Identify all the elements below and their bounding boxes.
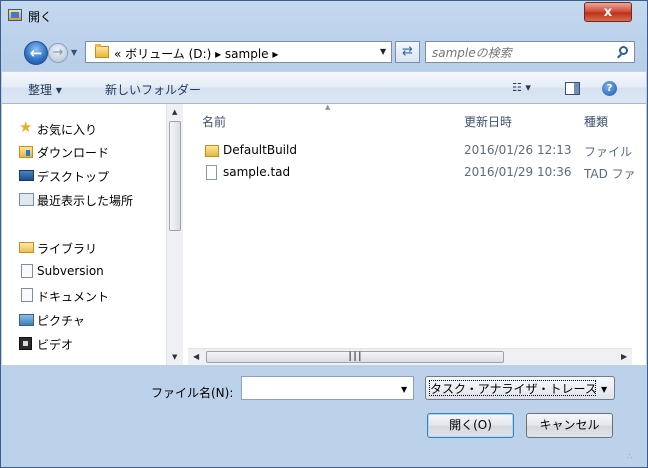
search-icon[interactable] [619,46,628,55]
sidebar-scrollbar[interactable]: ▲ ▼ [166,104,183,365]
refresh-button[interactable]: ⇄ [395,41,420,63]
sort-ascending-icon: ▲ [325,104,331,111]
documents-icon [21,288,33,302]
recent-places-icon [19,193,34,206]
sidebar-item-pictures[interactable]: ピクチャ [37,312,85,329]
star-icon: ★ [19,118,33,136]
new-folder-button[interactable]: 新しいフォルダー [105,81,201,98]
refresh-icon: ⇄ [402,44,413,59]
search-input[interactable] [430,44,609,62]
window-title: 開く [28,10,53,24]
search-box[interactable] [425,41,635,63]
folder-icon [205,145,219,157]
dialog-footer: ファイル名(N): ▼ タスク・アナライザ・トレース ▼ 開く(O) キャンセル… [2,365,646,467]
address-dropdown-icon[interactable]: ▼ [380,47,386,56]
file-date: 2016/01/29 10:36 [464,165,572,179]
cancel-button[interactable]: キャンセル [526,413,613,438]
help-icon[interactable]: ? [602,81,617,96]
filetype-select[interactable]: タスク・アナライザ・トレース ▼ [425,376,615,400]
subversion-library-icon [21,264,33,278]
address-path[interactable]: « ボリューム (D:) ▸ sample ▸ [114,45,278,62]
pictures-icon [19,314,34,326]
filetype-dropdown-icon[interactable]: ▼ [601,385,607,394]
forward-arrow-icon: → [52,45,64,60]
folder-icon [95,44,109,58]
scroll-right-icon[interactable]: ▶ [621,352,627,361]
file-date: 2016/01/26 12:13 [464,143,572,157]
sidebar-item-documents[interactable]: ドキュメント [37,288,109,305]
forward-button[interactable]: → [48,43,68,63]
column-header-type[interactable]: 種類 [584,113,608,130]
app-icon [8,9,22,21]
back-button[interactable]: ← [24,41,48,65]
file-list-hscrollbar[interactable]: ◀ ┃┃┃ ▶ [188,348,632,365]
content-area: ★ お気に入り ダウンロード デスクトップ 最近表示した場所 ライブラリ Sub… [2,104,646,365]
column-header-modified[interactable]: 更新日時 [464,113,512,130]
filename-input[interactable] [245,380,399,398]
title-bar: 開く x [1,1,647,31]
filename-label: ファイル名(N): [151,386,234,400]
sidebar-item-desktop[interactable]: デスクトップ [37,168,109,185]
file-name: sample.tad [223,165,291,179]
desktop-icon [19,170,34,181]
videos-icon [19,337,32,350]
close-button[interactable]: x [584,2,632,22]
recent-pages-dropdown-icon[interactable]: ▼ [71,48,77,57]
command-bar: 整理 ▾ 新しいフォルダー ☷ ▾ ? [2,71,646,104]
back-arrow-icon: ← [29,44,43,62]
column-header-name[interactable]: 名前 [202,113,226,130]
scroll-down-icon[interactable]: ▼ [172,353,177,361]
file-type: TAD ファ [584,167,636,181]
sidebar-item-recent[interactable]: 最近表示した場所 [37,192,133,209]
organize-button[interactable]: 整理 ▾ [28,81,62,98]
sidebar-item-downloads[interactable]: ダウンロード [37,144,109,161]
file-row-sample-tad[interactable]: sample.tad 2016/01/29 10:36 TAD ファ [186,163,646,183]
scroll-left-icon[interactable]: ◀ [193,352,199,361]
file-type: ファイル [584,145,633,159]
sidebar-item-videos[interactable]: ビデオ [37,336,73,353]
filename-dropdown-icon[interactable]: ▼ [401,385,407,394]
file-name: DefaultBuild [223,143,297,157]
sidebar-item-subversion[interactable]: Subversion [37,264,104,278]
address-bar[interactable]: « ボリューム (D:) ▸ sample ▸ ▼ [85,41,392,63]
file-icon [206,165,217,180]
sidebar-item-libraries[interactable]: ライブラリ [37,240,97,257]
filename-combobox[interactable]: ▼ [241,376,414,400]
download-folder-icon [19,146,33,158]
navigation-pane: ★ お気に入り ダウンロード デスクトップ 最近表示した場所 ライブラリ Sub… [2,104,185,365]
views-icon[interactable]: ☷ ▾ [512,81,531,94]
open-button[interactable]: 開く(O) [427,413,514,438]
filetype-value: タスク・アナライザ・トレース [429,380,596,396]
sidebar-item-favorites[interactable]: お気に入り [37,121,97,138]
library-icon [19,242,34,253]
open-file-dialog: 開く x ← → ▼ « ボリューム (D:) ▸ sample ▸ ▼ ⇄ 整… [0,0,648,468]
file-list: 名前 ▲ 更新日時 種類 DefaultBuild 2016/01/26 12:… [186,104,646,365]
sidebar-scroll-thumb[interactable] [169,121,181,231]
hscroll-thumb[interactable]: ┃┃┃ [206,351,504,363]
resize-grip-icon[interactable]: ∴ [627,452,632,461]
file-row-defaultbuild[interactable]: DefaultBuild 2016/01/26 12:13 ファイル [186,141,646,161]
preview-pane-icon[interactable] [565,82,580,95]
scroll-up-icon[interactable]: ▲ [172,108,177,116]
